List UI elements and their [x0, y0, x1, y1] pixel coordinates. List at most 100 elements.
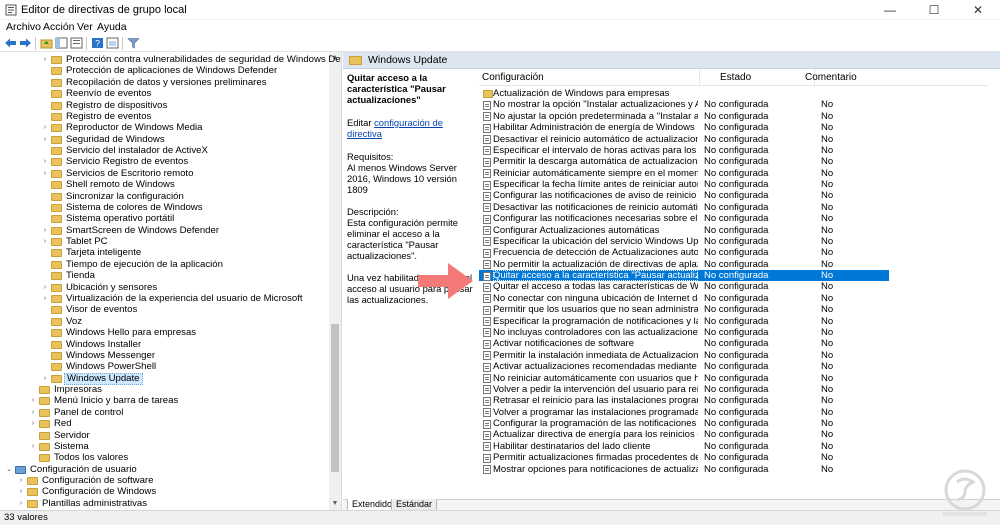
help-icon[interactable]: ?	[91, 37, 104, 49]
expand-chevron-icon[interactable]: ›	[29, 407, 37, 418]
maximize-button[interactable]: ☐	[912, 0, 956, 20]
expand-down-icon[interactable]: ⌄	[5, 464, 13, 475]
expand-chevron-icon[interactable]: ›	[41, 225, 49, 236]
tree-item[interactable]: Visor de eventos	[0, 304, 328, 315]
expand-chevron-icon[interactable]: ›	[29, 441, 37, 452]
menu-ayuda[interactable]: Ayuda	[97, 21, 127, 33]
tree-item[interactable]: Windows Messenger	[0, 350, 328, 361]
tree-scrollbar[interactable]: ▲ ▼	[329, 52, 341, 510]
tree-item[interactable]: › Panel de control	[0, 407, 328, 418]
tree-item[interactable]: › Protección contra vulnerabilidades de s…	[0, 54, 341, 65]
tree-item[interactable]: › Virtualización de la experiencia del us…	[0, 293, 328, 304]
tree-item[interactable]: Windows Installer	[0, 339, 328, 350]
policy-row[interactable]: Retrasar el reinicio para las instalacio…	[479, 395, 889, 406]
minimize-button[interactable]: —	[868, 0, 912, 20]
tree-item[interactable]: Windows PowerShell	[0, 361, 328, 372]
tree-item[interactable]: Sincronizar la configuración	[0, 191, 328, 202]
policy-row[interactable]: No permitir la actualización de directiv…	[479, 259, 889, 270]
tree-item[interactable]: Reenvío de eventos	[0, 88, 328, 99]
tree-item[interactable]: › Seguridad de Windows	[0, 134, 328, 145]
policy-row[interactable]: Permitir que los usuarios que no sean ad…	[479, 304, 889, 315]
tree-item[interactable]: Tiempo de ejecución de la aplicación	[0, 259, 328, 270]
tree-item[interactable]: Sistema de colores de Windows	[0, 202, 328, 213]
expand-chevron-icon[interactable]: ›	[41, 168, 49, 179]
tree-item[interactable]: › Windows Update	[0, 372, 328, 385]
tree-item[interactable]: Sistema operativo portátil	[0, 213, 328, 224]
tree-item[interactable]: › Menú Inicio y barra de tareas	[0, 395, 328, 406]
expand-chevron-icon[interactable]: ›	[41, 122, 49, 133]
close-button[interactable]: ✕	[956, 0, 1000, 20]
policy-row[interactable]: Configurar las notificaciones de aviso d…	[479, 190, 889, 201]
tree-item[interactable]: › Reproductor de Windows Media	[0, 122, 328, 133]
tree-item[interactable]: › Servicio Registro de eventos	[0, 156, 328, 167]
tree-scrollbar-thumb[interactable]	[331, 324, 339, 472]
policy-row[interactable]: Especificar la fecha límite antes de rei…	[479, 179, 889, 190]
policy-row[interactable]: Volver a pedir la intervención del usuar…	[479, 384, 889, 395]
policy-row[interactable]: Quitar acceso a la característica "Pausa…	[479, 270, 889, 282]
tree-item[interactable]: Servidor	[0, 430, 328, 441]
tree-item[interactable]: Registro de eventos	[0, 111, 328, 122]
expand-chevron-icon[interactable]: ›	[41, 282, 49, 293]
policy-row[interactable]: Especificar la ubicación del servicio Wi…	[479, 236, 889, 247]
policy-row[interactable]: Habilitar destinatarios del lado cliente…	[479, 441, 889, 452]
policy-row[interactable]: Especificar el intervalo de horas activa…	[479, 145, 889, 156]
tree-item[interactable]: Tienda	[0, 270, 328, 281]
policy-row[interactable]: Frecuencia de detección de Actualizacion…	[479, 247, 889, 258]
policy-row[interactable]: Reiniciar automáticamente siempre en el …	[479, 168, 889, 179]
column-configuracion[interactable]: Configuración	[482, 72, 544, 83]
policy-row[interactable]: Permitir actualizaciones firmadas proced…	[479, 452, 889, 463]
policy-row[interactable]: Permitir la descarga automática de actua…	[479, 156, 889, 167]
column-separator[interactable]	[699, 69, 700, 86]
back-arrow-icon[interactable]	[4, 37, 17, 49]
tree-item[interactable]: › Servicios de Escritorio remoto	[0, 168, 328, 179]
expand-chevron-icon[interactable]: ›	[41, 293, 49, 304]
policy-row[interactable]: Activar notificaciones de software No con…	[479, 338, 889, 349]
policy-row[interactable]: Quitar el acceso a todas las característ…	[479, 281, 889, 292]
expand-chevron-icon[interactable]: ›	[29, 418, 37, 429]
expand-chevron-icon[interactable]: ›	[41, 156, 49, 167]
policy-row[interactable]: No conectar con ninguna ubicación de Int…	[479, 293, 889, 304]
expand-chevron-icon[interactable]: ›	[41, 134, 49, 145]
tree-item[interactable]: › Plantillas administrativas	[0, 498, 328, 509]
column-comentario[interactable]: Comentario	[805, 72, 857, 83]
menu-archivo[interactable]: Archivo	[6, 21, 41, 33]
tree-item[interactable]: Todos los valores	[0, 452, 328, 463]
policy-row[interactable]: Configurar las notificaciones necesarias…	[479, 213, 889, 224]
tree-item[interactable]: › Ubicación y sensores	[0, 282, 328, 293]
tree-item[interactable]: Tarjeta inteligente	[0, 247, 328, 258]
list-folder-row[interactable]: Actualización de Windows para empresas	[479, 88, 889, 99]
tree-item[interactable]: › SmartScreen de Windows Defender	[0, 225, 328, 236]
policy-row[interactable]: No ajustar la opción predeterminada a "I…	[479, 111, 889, 122]
scroll-down-icon[interactable]: ▼	[329, 498, 341, 510]
policy-row[interactable]: Permitir la instalación inmediata de Act…	[479, 350, 889, 361]
forward-arrow-icon[interactable]	[19, 37, 32, 49]
tree-item[interactable]: › Configuración de Windows	[0, 486, 328, 497]
policy-row[interactable]: Configurar la programación de las notifi…	[479, 418, 889, 429]
policy-row[interactable]: No incluyas controladores con las actual…	[479, 327, 889, 338]
expand-chevron-icon[interactable]: ›	[41, 54, 49, 65]
policy-row[interactable]: Actualizar directiva de energía para los…	[479, 429, 889, 440]
menu-accion[interactable]: Acción	[43, 21, 75, 33]
tree-item[interactable]: Protección de aplicaciones de Windows De…	[0, 65, 328, 76]
policy-row[interactable]: Activar actualizaciones recomendadas med…	[479, 361, 889, 372]
tree-item[interactable]: › Tablet PC	[0, 236, 328, 247]
settings-list[interactable]: Configuración Estado Comentario Actualiz…	[479, 69, 1000, 499]
tree-item[interactable]: Recopilación de datos y versiones prelim…	[0, 77, 328, 88]
show-hide-tree-icon[interactable]	[55, 37, 68, 49]
policy-row[interactable]: No reiniciar automáticamente con usuario…	[479, 373, 889, 384]
tree-item[interactable]: Windows Hello para empresas	[0, 327, 328, 338]
expand-chevron-icon[interactable]: ›	[17, 486, 25, 497]
expand-chevron-icon[interactable]: ›	[17, 475, 25, 486]
tree-item[interactable]: › Red	[0, 418, 328, 429]
expand-chevron-icon[interactable]: ›	[41, 373, 49, 384]
tree-item[interactable]: Servicio del instalador de ActiveX	[0, 145, 328, 156]
tree-item[interactable]: › Sistema	[0, 441, 328, 452]
policy-row[interactable]: Mostrar opciones para notificaciones de …	[479, 464, 889, 475]
column-estado[interactable]: Estado	[720, 72, 751, 83]
expand-chevron-icon[interactable]: ›	[17, 498, 25, 509]
tree-item[interactable]: Shell remoto de Windows	[0, 179, 328, 190]
export-list-icon[interactable]	[70, 37, 83, 49]
expand-chevron-icon[interactable]: ›	[41, 236, 49, 247]
tree-item[interactable]: Impresoras	[0, 384, 328, 395]
tree-item[interactable]: › Configuración de software	[0, 475, 328, 486]
